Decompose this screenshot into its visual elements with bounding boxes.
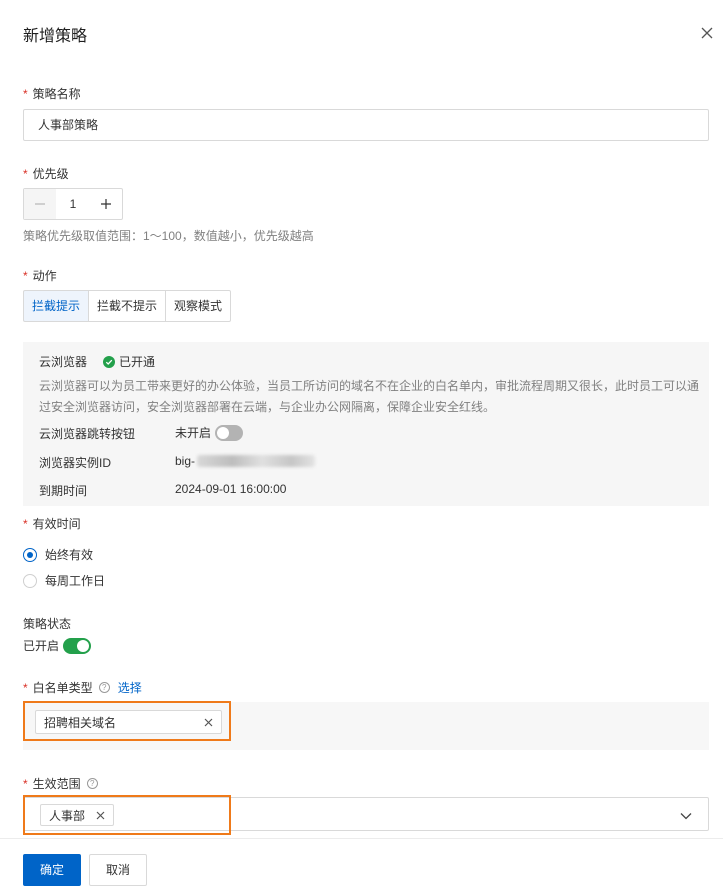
minus-icon	[35, 203, 45, 205]
instance-id-label: 浏览器实例ID	[39, 456, 112, 470]
action-segmented-control: 拦截提示 拦截不提示 观察模式	[23, 290, 232, 322]
action-option-intercept-silent[interactable]: 拦截不提示	[88, 290, 167, 322]
priority-label: * 优先级	[23, 167, 69, 181]
scope-tag: 人事部	[40, 804, 114, 826]
required-mark: *	[23, 87, 28, 101]
priority-hint: 策略优先级取值范围：1～100，数值越小，优先级越高	[23, 229, 314, 243]
chevron-down-icon[interactable]	[680, 809, 692, 823]
scope-select[interactable]	[23, 797, 709, 831]
jump-button-toggle[interactable]	[215, 424, 244, 441]
priority-value[interactable]: 1	[56, 197, 90, 211]
priority-stepper: 1	[23, 188, 123, 220]
increment-button[interactable]	[90, 189, 122, 219]
effective-time-label: * 有效时间	[23, 517, 81, 531]
radio-weekdays[interactable]: 每周工作日	[23, 572, 105, 589]
help-icon[interactable]: ?	[98, 682, 110, 693]
required-mark: *	[23, 776, 28, 791]
redacted-blur	[197, 455, 316, 467]
close-icon[interactable]	[697, 23, 717, 43]
action-option-observe[interactable]: 观察模式	[165, 290, 232, 322]
required-mark: *	[23, 517, 28, 531]
whitelist-select-link[interactable]: 选择	[118, 679, 142, 696]
whitelist-tag: 招聘相关域名	[35, 710, 222, 734]
expire-time-label: 到期时间	[39, 484, 88, 498]
help-icon[interactable]: ?	[86, 778, 98, 789]
radio-button[interactable]	[23, 573, 37, 588]
instance-id-value: big-	[175, 454, 316, 468]
cancel-button[interactable]: 取消	[89, 854, 147, 886]
cloud-browser-panel: 云浏览器 已开通 云浏览器可以为员工带来更好的办公体验，当员工所访问的域名不在企…	[23, 342, 709, 506]
scope-label: * 生效范围 ?	[23, 775, 98, 792]
cloud-browser-title: 云浏览器 已开通	[39, 355, 156, 369]
policy-status-setting: 已开启	[23, 637, 92, 654]
jump-button-label: 云浏览器跳转按钮	[39, 427, 136, 441]
required-mark: *	[23, 680, 28, 695]
tag-close-icon[interactable]	[96, 811, 105, 820]
policy-name-label: * 策略名称	[23, 87, 81, 101]
radio-always-valid[interactable]: 始终有效	[23, 546, 93, 563]
required-mark: *	[23, 167, 28, 181]
check-circle-icon	[103, 355, 116, 368]
whitelist-label: * 白名单类型 ? 选择	[23, 679, 142, 696]
dialog-title: 新增策略	[23, 28, 88, 45]
jump-button-setting: 未开启	[175, 424, 244, 441]
footer-divider	[0, 838, 723, 839]
cloud-browser-description: 云浏览器可以为员工带来更好的办公体验，当员工所访问的域名不在企业的白名单内，审批…	[39, 379, 700, 414]
action-label: * 动作	[23, 269, 57, 283]
policy-status-label: 策略状态	[23, 617, 72, 631]
expire-time-value: 2024-09-01 16:00:00	[175, 482, 287, 496]
decrement-button[interactable]	[24, 189, 56, 219]
policy-status-toggle[interactable]	[63, 637, 92, 654]
plus-icon	[101, 199, 111, 209]
new-policy-drawer: 新增策略 * 策略名称 人事部策略 * 优先级 1 策略优先级取值范围：1～100，…	[0, 0, 723, 892]
policy-status-value: 已开启	[23, 639, 60, 653]
tag-close-icon[interactable]	[204, 718, 213, 727]
policy-name-input[interactable]: 人事部策略	[23, 109, 709, 141]
jump-button-status: 未开启	[175, 426, 212, 440]
cloud-browser-status: 已开通	[119, 355, 156, 369]
required-mark: *	[23, 269, 28, 283]
radio-button[interactable]	[23, 547, 37, 562]
confirm-button[interactable]: 确定	[23, 854, 81, 886]
action-option-intercept-prompt[interactable]: 拦截提示	[23, 290, 90, 322]
